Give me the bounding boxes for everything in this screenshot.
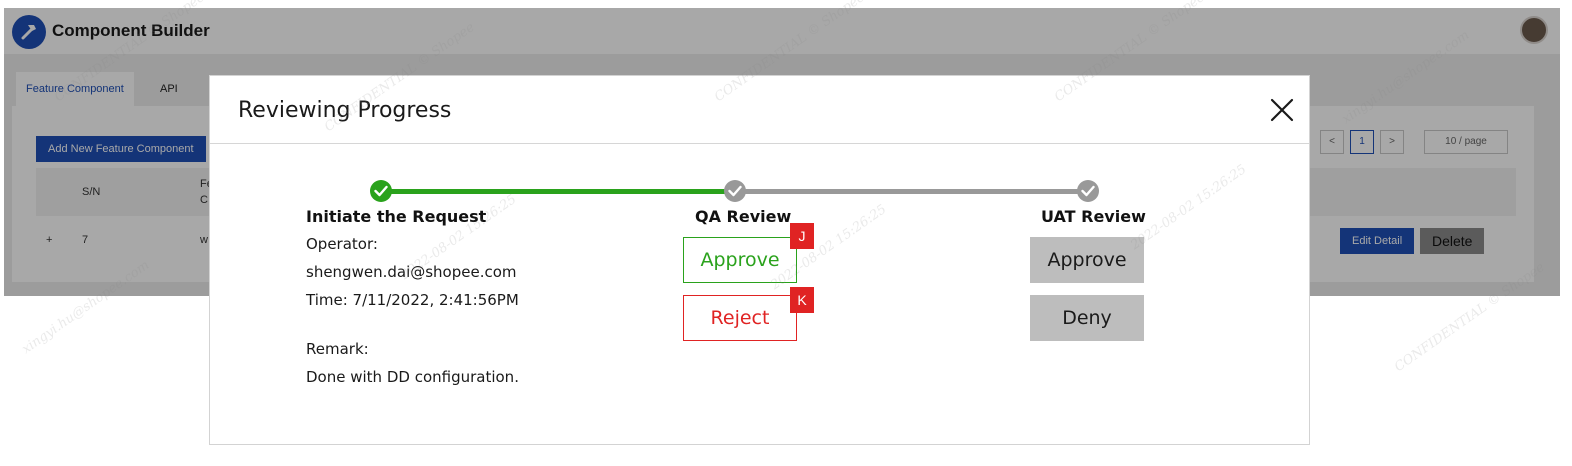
qa-reject-button[interactable]: Reject [683, 295, 797, 341]
progress-track-pending [736, 189, 1088, 194]
operator-email: shengwen.dai@shopee.com [306, 263, 517, 281]
shortcut-badge-k: K [790, 287, 814, 313]
check-icon [1081, 185, 1095, 197]
uat-approve-button[interactable]: Approve [1030, 237, 1144, 283]
operator-label: Operator: [306, 235, 378, 253]
shortcut-badge-j: J [790, 223, 814, 249]
step-title-qa: QA Review [695, 207, 792, 226]
uat-deny-button[interactable]: Deny [1030, 295, 1144, 341]
check-icon [728, 185, 742, 197]
reviewing-progress-modal: Reviewing Progress Initiate the Request … [209, 75, 1310, 445]
close-icon[interactable] [1269, 97, 1295, 123]
modal-title: Reviewing Progress [238, 98, 452, 123]
step-node-initiate [370, 180, 392, 202]
step-title-uat: UAT Review [1041, 207, 1146, 226]
stage: Component Builder Feature Component API … [0, 0, 1572, 466]
request-time: Time: 7/11/2022, 2:41:56PM [306, 291, 519, 309]
progress-track-complete [381, 189, 736, 194]
remark-label: Remark: [306, 340, 369, 358]
modal-header: Reviewing Progress [210, 76, 1309, 144]
step-node-qa [724, 180, 746, 202]
remark-text: Done with DD configuration. [306, 368, 519, 386]
qa-approve-button[interactable]: Approve [683, 237, 797, 283]
check-icon [374, 185, 388, 197]
step-node-uat [1077, 180, 1099, 202]
step-title-initiate: Initiate the Request [306, 207, 487, 226]
